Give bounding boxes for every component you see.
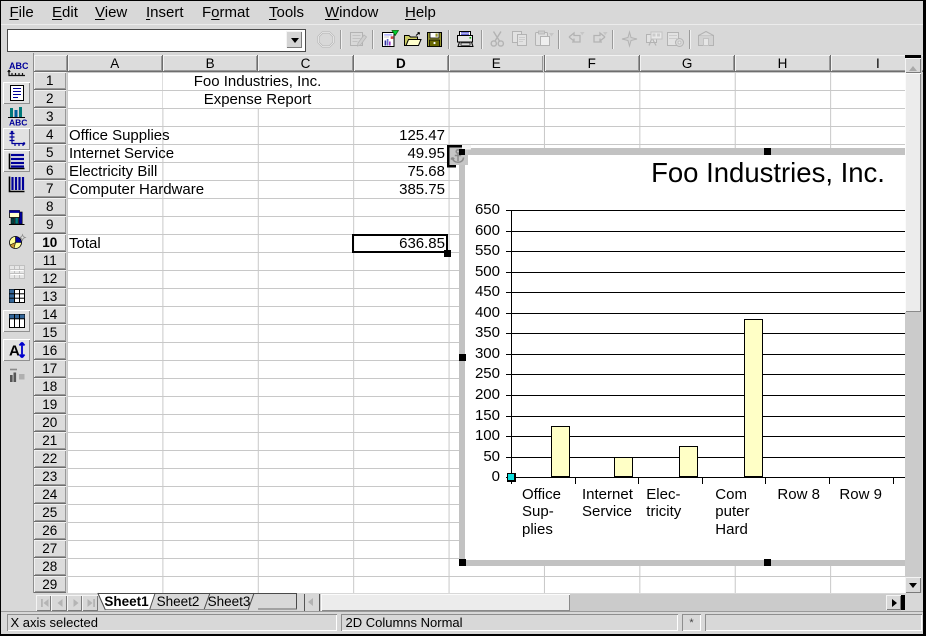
svg-text:ABC: ABC	[9, 61, 28, 71]
svg-text:A: A	[9, 343, 20, 360]
svg-text:ABC: ABC	[9, 118, 27, 127]
